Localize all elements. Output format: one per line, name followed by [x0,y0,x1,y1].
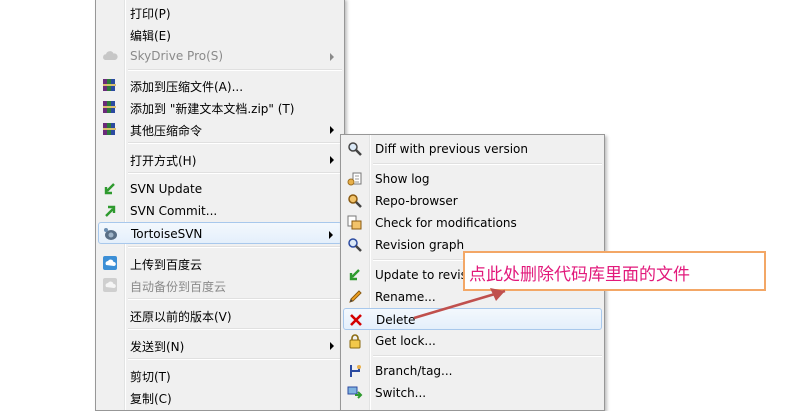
menu-separator [128,246,342,248]
baidu-cloud-icon [102,277,118,293]
context-menu: 打印(P) 编辑(E) SkyDrive Pro(S) 添加到压缩文件(A)..… [95,0,345,411]
menu-item-auto-backup-baidu-cloud[interactable]: 自动备份到百度云 [98,274,342,296]
switch-icon [347,385,363,401]
menu-separator [128,298,342,300]
menu-item-other-compress-commands[interactable]: 其他压缩命令 [98,118,342,140]
pencil-icon [347,289,363,305]
menu-item-label: Delete [376,313,416,327]
menu-item-switch[interactable]: Switch... [343,382,602,404]
menu-separator [373,163,602,165]
menu-item-repo-browser[interactable]: Repo-browser [343,190,602,212]
svn-commit-icon [102,203,118,219]
menu-item-label: Check for modifications [375,216,517,230]
menu-separator [128,69,342,71]
menu-separator [128,172,342,174]
menu-item-label: 复制(C) [130,392,172,406]
menu-item-diff-previous[interactable]: Diff with previous version [343,138,602,160]
menu-separator [128,142,342,144]
menu-item-restore-previous-versions[interactable]: 还原以前的版本(V) [98,304,342,326]
menu-item-label: Repo-browser [375,194,458,208]
winrar-books-icon [102,99,118,115]
menu-item-label: 添加到 "新建文本文档.zip" (T) [130,102,295,116]
menu-item-add-to-zip[interactable]: 添加到 "新建文本文档.zip" (T) [98,96,342,118]
repo-browser-icon [347,193,363,209]
menu-item-open-with[interactable]: 打开方式(H) [98,148,342,170]
menu-item-label: 打开方式(H) [130,154,197,168]
submenu-arrow-icon [329,231,333,239]
winrar-books-icon [102,121,118,137]
menu-item-label: SkyDrive Pro(S) [130,49,224,63]
delete-x-icon [348,312,364,328]
menu-item-show-log[interactable]: Show log [343,168,602,190]
menu-item-cut[interactable]: 剪切(T) [98,364,342,386]
submenu-arrow-icon [330,53,334,61]
menu-item-label: 编辑(E) [130,29,171,43]
menu-item-add-to-archive[interactable]: 添加到压缩文件(A)... [98,74,342,96]
lock-icon [347,333,363,349]
menu-item-label: Diff with previous version [375,142,528,156]
menu-item-delete[interactable]: Delete [343,308,602,330]
winrar-books-icon [102,77,118,93]
check-modifications-icon [347,215,363,231]
svn-update-icon [102,181,118,197]
menu-item-get-lock[interactable]: Get lock... [343,330,602,352]
menu-item-upload-baidu-cloud[interactable]: 上传到百度云 [98,252,342,274]
branch-tag-icon [347,363,363,379]
menu-item-copy[interactable]: 复制(C) [98,386,342,408]
revision-graph-icon [347,237,363,253]
submenu-arrow-icon [330,342,334,350]
menu-item-send-to[interactable]: 发送到(N) [98,334,342,356]
menu-item-label: Get lock... [375,334,436,348]
menu-item-label: 剪切(T) [130,370,171,384]
menu-item-label: Switch... [375,386,427,400]
menu-item-label: SVN Commit... [130,204,218,218]
menu-item-svn-commit[interactable]: SVN Commit... [98,200,342,222]
menu-item-check-modifications[interactable]: Check for modifications [343,212,602,234]
menu-item-label: Branch/tag... [375,364,453,378]
cloud-icon [102,48,118,64]
menu-item-skydrive-pro[interactable]: SkyDrive Pro(S) [98,45,342,67]
magnifier-icon [347,141,363,157]
menu-item-label: TortoiseSVN [131,227,203,241]
menu-item-label: 打印(P) [130,7,171,21]
annotation-text: 点此处删除代码库里面的文件 [469,265,690,285]
menu-item-label: Rename... [375,290,436,304]
menu-item-label: 还原以前的版本(V) [130,310,232,324]
menu-item-label: 添加到压缩文件(A)... [130,80,244,94]
show-log-icon [347,171,363,187]
menu-item-tortoisesvn[interactable]: TortoiseSVN [98,222,342,244]
menu-separator [128,358,342,360]
update-to-revision-icon [347,267,363,283]
menu-item-branch-tag[interactable]: Branch/tag... [343,360,602,382]
menu-item-svn-update[interactable]: SVN Update [98,178,342,200]
menu-item-edit[interactable]: 编辑(E) [98,23,342,45]
menu-separator [373,355,602,357]
menu-item-label: 发送到(N) [130,340,185,354]
tortoisesvn-icon [103,226,119,242]
menu-item-label: SVN Update [130,182,203,196]
submenu-arrow-icon [330,156,334,164]
menu-item-label: Show log [375,172,430,186]
annotation-callout: 点此处删除代码库里面的文件 [463,251,766,291]
baidu-cloud-icon [102,255,118,271]
menu-item-label: 上传到百度云 [130,258,203,272]
menu-item-print[interactable]: 打印(P) [98,1,342,23]
menu-separator [128,328,342,330]
menu-item-label: 其他压缩命令 [130,124,203,138]
menu-item-label: Revision graph [375,238,465,252]
submenu-arrow-icon [330,126,334,134]
menu-item-label: 自动备份到百度云 [130,280,227,294]
